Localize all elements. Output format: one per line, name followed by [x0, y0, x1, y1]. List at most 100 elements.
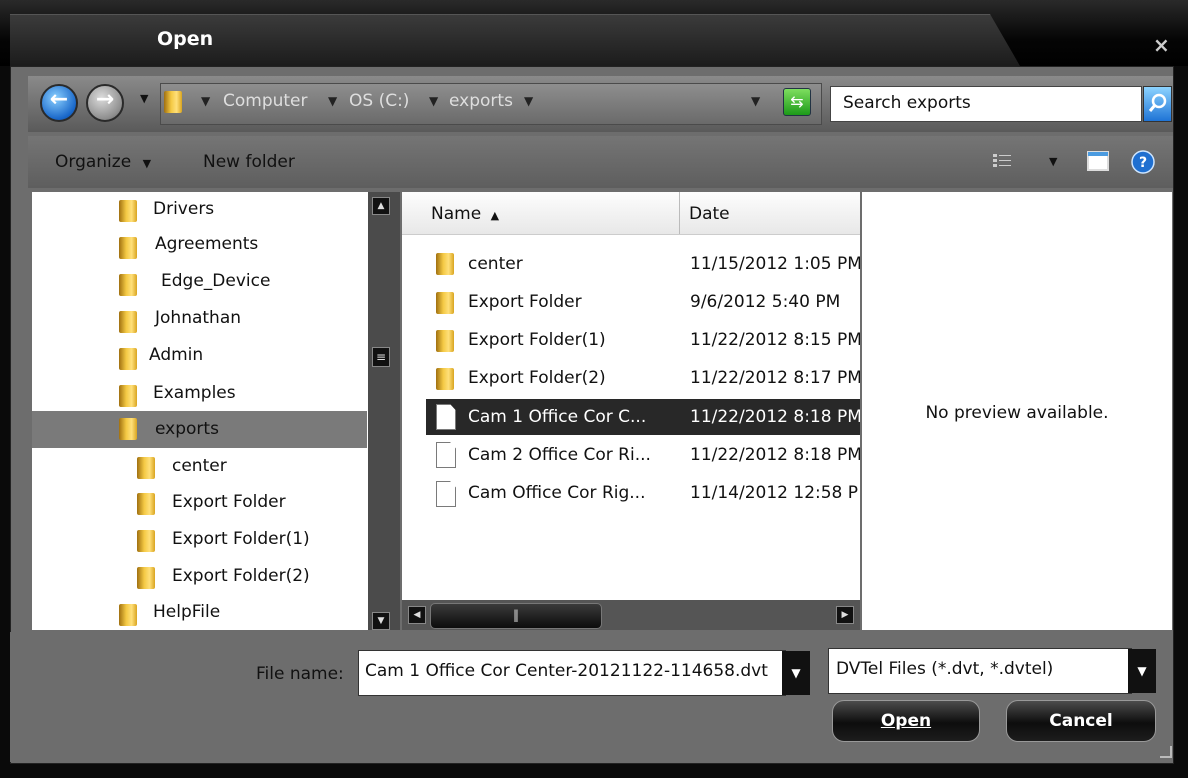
horizontal-scroll-thumb[interactable]: ‖ — [430, 603, 602, 629]
scroll-down-icon[interactable]: ▼ — [372, 612, 390, 630]
chevron-down-icon[interactable]: ▼ — [429, 94, 438, 108]
folder-icon — [137, 457, 155, 479]
recent-locations-chevron-down-icon[interactable]: ▼ — [140, 92, 148, 105]
nav-item-export-folder[interactable]: Export Folder — [32, 486, 367, 523]
nav-item-examples[interactable]: Examples — [32, 377, 367, 414]
back-button[interactable]: ← — [40, 84, 78, 122]
folder-icon — [119, 418, 137, 440]
organize-button[interactable]: Organize ▼ — [55, 152, 151, 172]
nav-item-label: Export Folder — [172, 492, 286, 512]
nav-item-drivers[interactable]: Drivers — [32, 192, 367, 229]
folder-icon — [119, 274, 137, 296]
column-name-label: Name — [431, 204, 482, 224]
folder-icon — [436, 292, 454, 314]
file-date: 11/22/2012 8:15 PM — [690, 330, 860, 350]
file-name-dropdown-chevron-down-icon[interactable]: ▼ — [782, 651, 810, 695]
nav-item-johnathan[interactable]: Johnathan — [32, 303, 367, 340]
folder-icon — [119, 200, 137, 222]
view-list-icon[interactable] — [993, 153, 1013, 169]
nav-item-agreements[interactable]: Agreements — [32, 229, 367, 266]
forward-arrow-icon: → — [95, 87, 115, 112]
help-icon[interactable]: ? — [1131, 150, 1155, 174]
breadcrumb-drive[interactable]: OS (C:) — [349, 91, 409, 111]
document-icon — [436, 442, 456, 468]
nav-item-edge-device[interactable]: Edge_Device — [32, 266, 367, 303]
folder-icon — [119, 604, 137, 626]
file-row-cam1[interactable]: Cam 1 Office Cor C... 11/22/2012 8:18 PM — [426, 399, 860, 435]
nav-vertical-scrollbar[interactable] — [368, 192, 400, 630]
close-icon[interactable]: × — [1153, 33, 1170, 57]
back-arrow-icon: ← — [49, 87, 69, 112]
search-placeholder: Search exports — [843, 93, 971, 113]
file-row-export-folder-2[interactable]: Export Folder(2) 11/22/2012 8:17 PM — [426, 361, 860, 397]
sort-ascending-icon: ▲ — [490, 209, 500, 222]
folder-icon — [119, 237, 137, 259]
view-options-chevron-down-icon[interactable]: ▼ — [1049, 155, 1057, 168]
folder-icon — [119, 311, 137, 333]
chevron-down-icon[interactable]: ▼ — [524, 94, 533, 108]
nav-item-label: Export Folder(1) — [172, 529, 310, 549]
scroll-left-icon[interactable]: ◀ — [408, 606, 426, 624]
scroll-up-icon[interactable]: ▲ — [372, 197, 390, 215]
forward-button[interactable]: → — [86, 84, 124, 122]
file-type-value[interactable]: DVTel Files (*.dvt, *.dvtel) — [836, 659, 1053, 679]
nav-item-admin[interactable]: Admin — [32, 340, 367, 377]
nav-item-export-folder-1[interactable]: Export Folder(1) — [32, 523, 367, 560]
nav-item-label: Examples — [153, 383, 236, 403]
open-button[interactable]: Open — [832, 700, 980, 742]
window-title: Open — [157, 28, 214, 50]
file-name-value[interactable]: Cam 1 Office Cor Center-20121122-114658.… — [365, 661, 783, 681]
nav-item-helpfile[interactable]: HelpFile — [32, 597, 367, 634]
folder-icon — [137, 530, 155, 552]
nav-item-label: Drivers — [153, 199, 215, 219]
nav-item-center[interactable]: center — [32, 450, 367, 487]
file-date: 9/6/2012 5:40 PM — [690, 292, 841, 312]
nav-item-label: exports — [155, 419, 219, 439]
column-date-header[interactable]: Date — [689, 204, 730, 224]
file-type-chevron-down-icon[interactable]: ▼ — [1128, 649, 1156, 693]
file-name: Cam Office Cor Rig... — [468, 483, 646, 503]
breadcrumb-exports[interactable]: exports — [449, 91, 513, 111]
file-date: 11/14/2012 12:58 P — [690, 483, 859, 503]
nav-item-label: Edge_Device — [161, 271, 271, 291]
file-row-center[interactable]: center 11/15/2012 1:05 PM — [426, 246, 860, 282]
file-row-export-folder[interactable]: Export Folder 9/6/2012 5:40 PM — [426, 285, 860, 321]
scroll-thumb[interactable]: ≡ — [372, 347, 390, 367]
document-icon — [436, 481, 456, 507]
resize-grip-icon[interactable] — [1160, 746, 1172, 758]
file-name: center — [468, 254, 523, 274]
nav-item-label: Johnathan — [155, 308, 242, 328]
file-row-cam-office[interactable]: Cam Office Cor Rig... 11/14/2012 12:58 P — [426, 476, 860, 512]
folder-icon — [436, 330, 454, 352]
nav-item-export-folder-2[interactable]: Export Folder(2) — [32, 560, 367, 597]
refresh-button[interactable]: ⇆ — [783, 88, 811, 116]
file-row-cam2[interactable]: Cam 2 Office Cor Ri... 11/22/2012 8:18 P… — [426, 437, 860, 473]
column-divider[interactable] — [679, 192, 680, 234]
search-icon — [1148, 93, 1167, 112]
address-history-chevron-down-icon[interactable]: ▼ — [751, 94, 760, 108]
nav-item-label: Admin — [149, 345, 204, 365]
nav-item-exports[interactable]: exports — [32, 411, 367, 448]
file-date: 11/22/2012 8:17 PM — [690, 368, 860, 388]
chevron-down-icon[interactable]: ▼ — [328, 94, 337, 108]
column-name-header[interactable]: Name ▲ — [431, 204, 499, 224]
file-date: 11/15/2012 1:05 PM — [690, 254, 860, 274]
file-name: Cam 2 Office Cor Ri... — [468, 445, 651, 465]
cancel-button[interactable]: Cancel — [1006, 700, 1156, 742]
file-row-export-folder-1[interactable]: Export Folder(1) 11/22/2012 8:15 PM — [426, 323, 860, 359]
nav-item-label: Export Folder(2) — [172, 566, 310, 586]
search-button[interactable] — [1143, 86, 1172, 122]
new-folder-button[interactable]: New folder — [203, 152, 295, 172]
scroll-right-icon[interactable]: ▶ — [836, 606, 854, 624]
chevron-down-icon: ▼ — [142, 157, 152, 170]
folder-icon — [164, 91, 182, 113]
breadcrumb-computer[interactable]: Computer — [223, 91, 308, 111]
file-name: Export Folder(2) — [468, 368, 606, 388]
file-date: 11/22/2012 8:18 PM — [690, 407, 860, 427]
file-name: Export Folder — [468, 292, 582, 312]
folder-icon — [137, 567, 155, 589]
folder-icon — [137, 493, 155, 515]
chevron-down-icon[interactable]: ▼ — [201, 94, 210, 108]
preview-pane-icon[interactable] — [1087, 151, 1109, 171]
organize-label: Organize — [55, 152, 132, 172]
